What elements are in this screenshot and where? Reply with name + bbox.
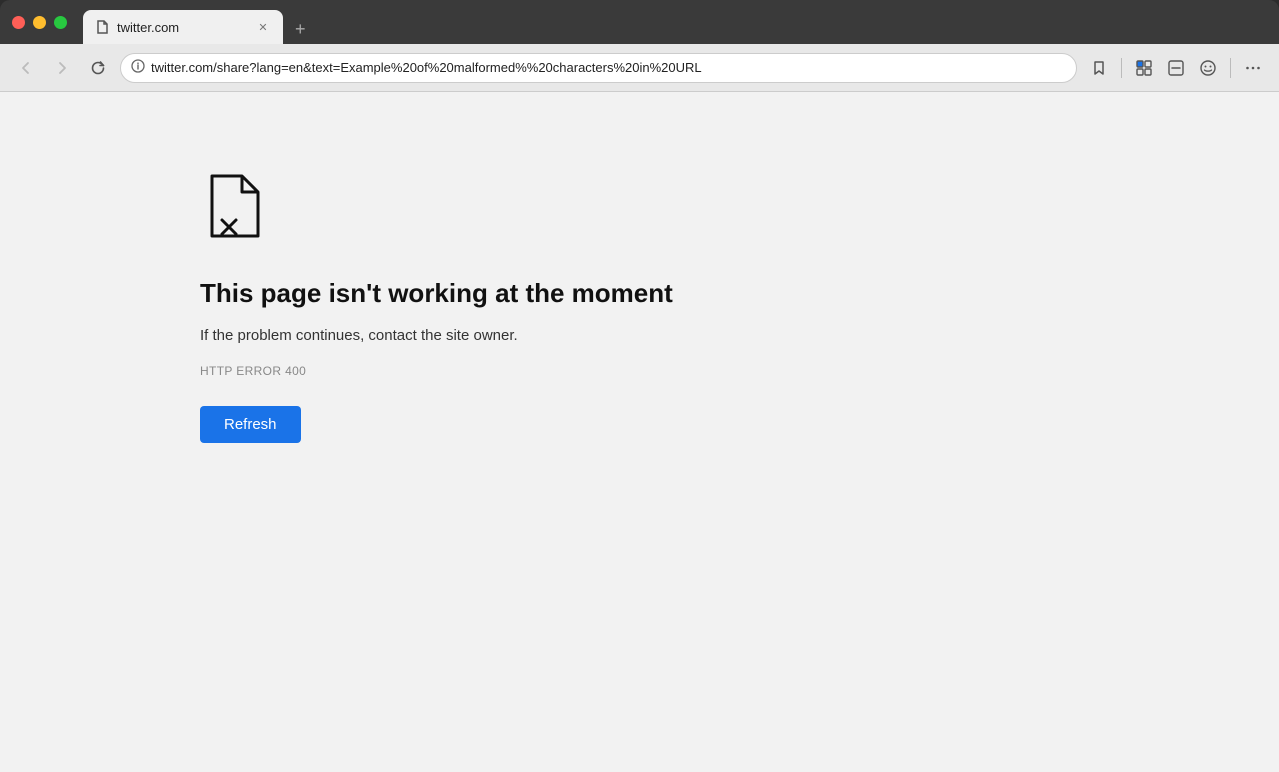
- address-path: /share?lang=en&text=Example%20of%20malfo…: [213, 60, 702, 75]
- error-container: This page isn't working at the moment If…: [200, 172, 673, 443]
- toolbar-divider: [1121, 58, 1122, 78]
- error-subtitle: If the problem continues, contact the si…: [200, 327, 673, 344]
- error-title: This page isn't working at the moment: [200, 277, 673, 311]
- more-button[interactable]: [1239, 54, 1267, 82]
- bookmark-button[interactable]: [1085, 54, 1113, 82]
- tab-favicon-icon: [95, 20, 109, 34]
- error-page: This page isn't working at the moment If…: [0, 92, 1279, 772]
- close-traffic-light[interactable]: [12, 16, 25, 29]
- info-icon: [131, 59, 145, 76]
- back-button[interactable]: [12, 54, 40, 82]
- address-bar[interactable]: twitter.com/share?lang=en&text=Example%2…: [120, 53, 1077, 83]
- title-bar: twitter.com ✕ +: [0, 0, 1279, 44]
- traffic-lights: [12, 16, 67, 29]
- adblock-button[interactable]: [1162, 54, 1190, 82]
- emoji-button[interactable]: [1194, 54, 1222, 82]
- reload-button[interactable]: [84, 54, 112, 82]
- forward-button[interactable]: [48, 54, 76, 82]
- toolbar-divider-2: [1230, 58, 1231, 78]
- address-domain: twitter.com: [151, 60, 213, 75]
- error-icon: [200, 172, 673, 245]
- address-text: twitter.com/share?lang=en&text=Example%2…: [151, 60, 1066, 75]
- maximize-traffic-light[interactable]: [54, 16, 67, 29]
- tab-bar: twitter.com ✕ +: [83, 0, 1267, 44]
- refresh-button[interactable]: Refresh: [200, 406, 301, 443]
- tab-title: twitter.com: [117, 20, 247, 35]
- active-tab[interactable]: twitter.com ✕: [83, 10, 283, 44]
- toolbar-right: [1085, 54, 1267, 82]
- toolbar: twitter.com/share?lang=en&text=Example%2…: [0, 44, 1279, 92]
- new-tab-button[interactable]: +: [287, 15, 314, 44]
- extensions-button[interactable]: [1130, 54, 1158, 82]
- error-code: HTTP ERROR 400: [200, 364, 673, 378]
- minimize-traffic-light[interactable]: [33, 16, 46, 29]
- tab-close-button[interactable]: ✕: [255, 19, 271, 35]
